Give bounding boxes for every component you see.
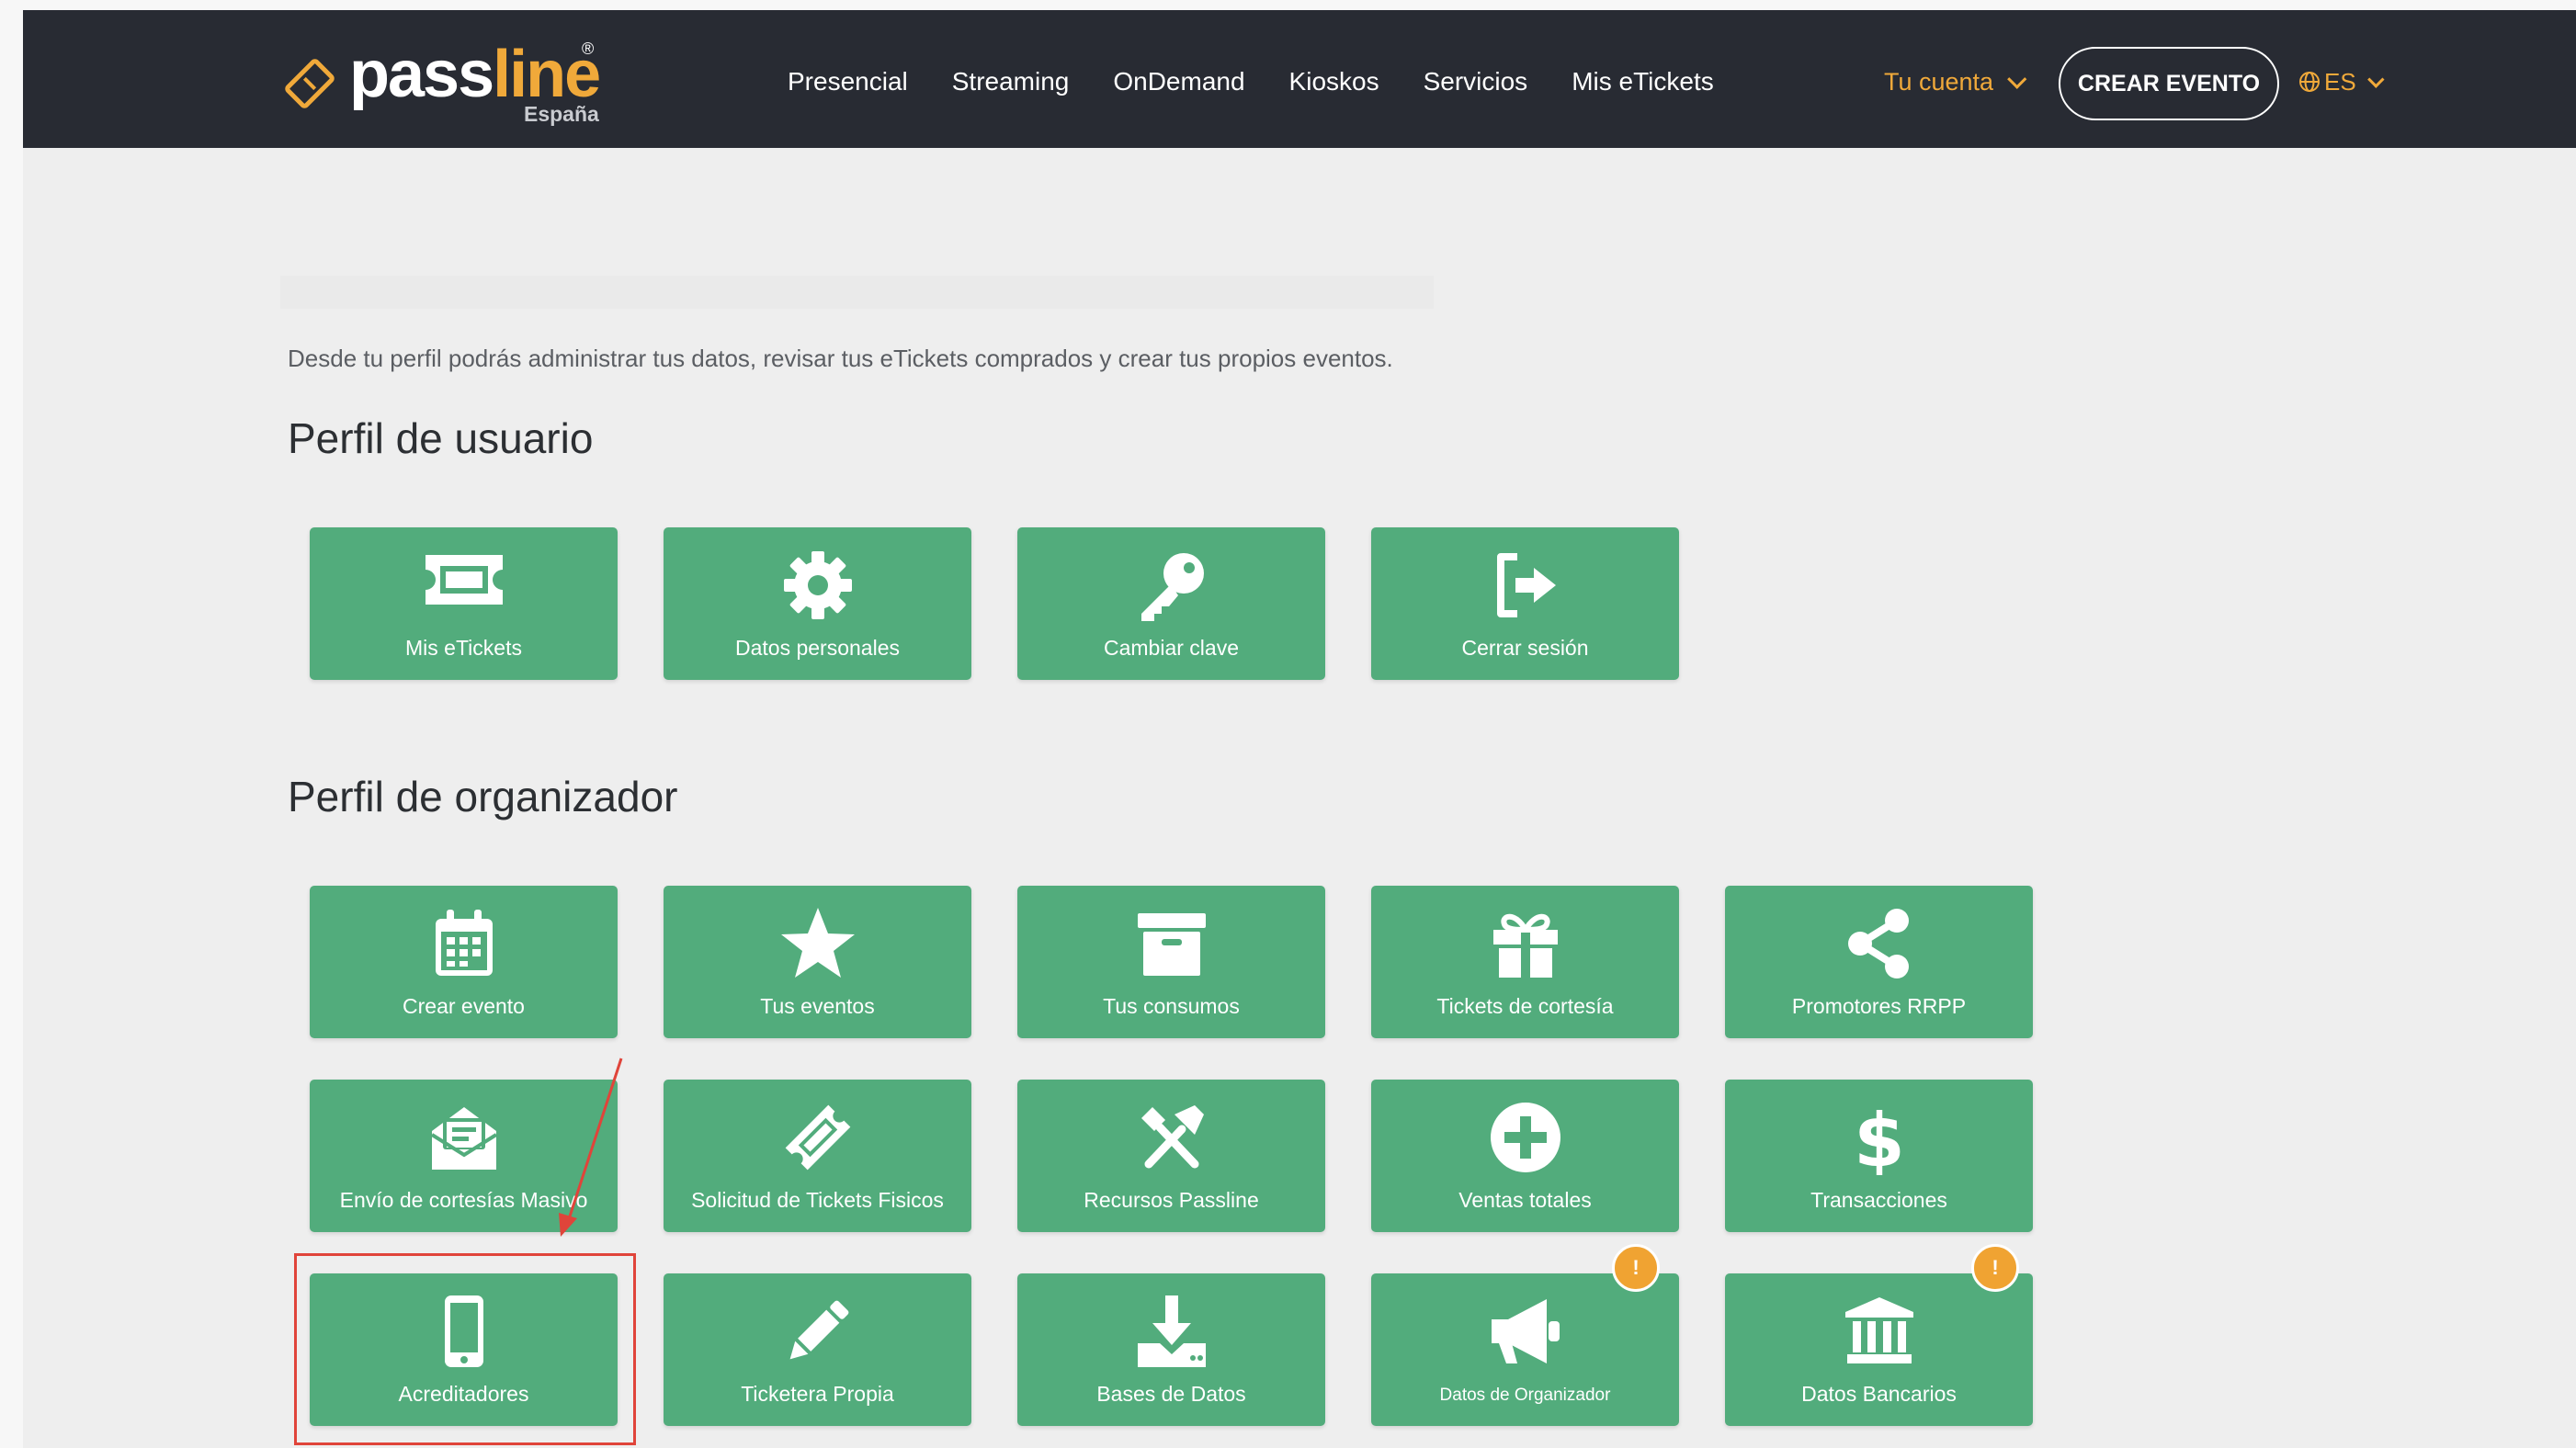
brand-wordmark: passline <box>349 38 601 111</box>
nav-mis-etickets[interactable]: Mis eTickets <box>1572 54 1714 109</box>
download-icon <box>1137 1295 1206 1367</box>
tile-label: Promotores RRPP <box>1791 994 1967 1018</box>
svg-text:$: $ <box>1854 1100 1905 1175</box>
warning-badge: ! <box>1971 1244 2019 1292</box>
tile-promotores-rrpp[interactable]: Promotores RRPP <box>1725 886 2033 1038</box>
brand-country: España <box>524 102 599 126</box>
tile-label: Transacciones <box>1810 1188 1947 1212</box>
top-navbar: passline ® España Presencial Streaming O… <box>23 10 2576 148</box>
tile-label: Bases de Datos <box>1096 1382 1246 1406</box>
envelope-open-icon <box>430 1107 497 1170</box>
tile-crear-evento[interactable]: Crear evento <box>310 886 618 1038</box>
gear-icon <box>783 551 852 619</box>
tile-tus-eventos[interactable]: Tus eventos <box>664 886 971 1038</box>
tile-recursos-passline[interactable]: Recursos Passline <box>1017 1080 1325 1232</box>
ticket-icon <box>425 555 503 605</box>
chevron-down-icon <box>2007 69 2027 89</box>
nav-kioskos[interactable]: Kioskos <box>1289 54 1379 109</box>
nav-streaming[interactable]: Streaming <box>952 54 1070 109</box>
tile-label: Tus eventos <box>760 994 875 1018</box>
tile-label: Datos de Organizador <box>1439 1386 1611 1405</box>
tile-label: Cerrar sesión <box>1461 636 1589 660</box>
chevron-down-icon <box>2366 70 2385 88</box>
organizer-profile-title: Perfil de organizador <box>288 773 678 820</box>
user-profile-title: Perfil de usuario <box>288 414 594 462</box>
nav-ondemand[interactable]: OnDemand <box>1113 54 1244 109</box>
tile-label: Crear evento <box>403 994 525 1018</box>
faded-banner-placeholder <box>280 276 1434 309</box>
tools-icon <box>1140 1105 1204 1169</box>
share-icon <box>1847 909 1909 979</box>
ticket-logo-icon <box>285 59 335 108</box>
tile-datos-personales[interactable]: Datos personales <box>664 527 971 680</box>
tile-label: Datos Bancarios <box>1801 1382 1957 1406</box>
calendar-icon <box>435 910 493 976</box>
page-margin-top <box>0 0 2576 10</box>
tile-label: Recursos Passline <box>1084 1188 1259 1212</box>
tile-ticketera-propia[interactable]: Ticketera Propia <box>664 1273 971 1426</box>
tile-label: Datos personales <box>735 636 900 660</box>
language-selector[interactable]: ES <box>2298 54 2385 109</box>
logout-icon <box>1496 553 1556 617</box>
account-menu[interactable]: Tu cuenta <box>1884 54 2027 109</box>
brand-registered-mark: ® <box>582 40 595 58</box>
nav-presencial[interactable]: Presencial <box>788 54 908 109</box>
bank-icon <box>1844 1297 1913 1363</box>
main-nav: Presencial Streaming OnDemand Kioskos Se… <box>788 54 1758 109</box>
language-label: ES <box>2324 68 2356 96</box>
star-icon <box>780 908 855 978</box>
tile-cerrar-sesion[interactable]: Cerrar sesión <box>1371 527 1679 680</box>
tile-label: Tus consumos <box>1103 994 1240 1018</box>
gift-icon <box>1492 913 1558 978</box>
megaphone-icon <box>1491 1299 1560 1363</box>
tile-label: Ticketera Propia <box>741 1382 894 1406</box>
tile-solicitud-tickets-fisicos[interactable]: Solicitud de Tickets Fisicos <box>664 1080 971 1232</box>
tile-bases-de-datos[interactable]: Bases de Datos <box>1017 1273 1325 1426</box>
nav-servicios[interactable]: Servicios <box>1424 54 1528 109</box>
tile-tickets-cortesia[interactable]: Tickets de cortesía <box>1371 886 1679 1038</box>
tile-label: Cambiar clave <box>1104 636 1239 660</box>
archive-icon <box>1137 913 1206 976</box>
annotation-arrow-icon <box>559 1058 623 1237</box>
warning-badge: ! <box>1612 1244 1660 1292</box>
tile-transacciones[interactable]: $ Transacciones <box>1725 1080 2033 1232</box>
passline-logo[interactable]: passline ® España <box>262 28 620 134</box>
highlight-box <box>294 1253 636 1445</box>
ticket-tilted-icon <box>785 1104 850 1171</box>
profile-intro-text: Desde tu perfil podrás administrar tus d… <box>288 345 1393 372</box>
globe-icon <box>2299 72 2320 92</box>
tile-label: Mis eTickets <box>405 636 522 660</box>
tile-datos-bancarios[interactable]: Datos Bancarios ! <box>1725 1244 2033 1426</box>
tile-cambiar-clave[interactable]: Cambiar clave <box>1017 527 1325 680</box>
page-margin-left <box>0 0 23 1448</box>
account-label: Tu cuenta <box>1884 68 1994 96</box>
dollar-icon: $ <box>1854 1100 1905 1175</box>
tile-label: Solicitud de Tickets Fisicos <box>691 1188 944 1212</box>
tile-ventas-totales[interactable]: Ventas totales <box>1371 1080 1679 1232</box>
create-event-button[interactable]: CREAR EVENTO <box>2059 47 2279 120</box>
plus-circle-icon <box>1490 1103 1560 1172</box>
key-icon <box>1140 553 1204 621</box>
tile-datos-organizador[interactable]: Datos de Organizador ! <box>1371 1244 1679 1426</box>
pencil-icon <box>789 1300 848 1360</box>
tile-tus-consumos[interactable]: Tus consumos <box>1017 886 1325 1038</box>
tile-label: Tickets de cortesía <box>1436 994 1614 1018</box>
tile-mis-etickets[interactable]: Mis eTickets <box>310 527 618 680</box>
tile-label: Ventas totales <box>1458 1188 1592 1212</box>
